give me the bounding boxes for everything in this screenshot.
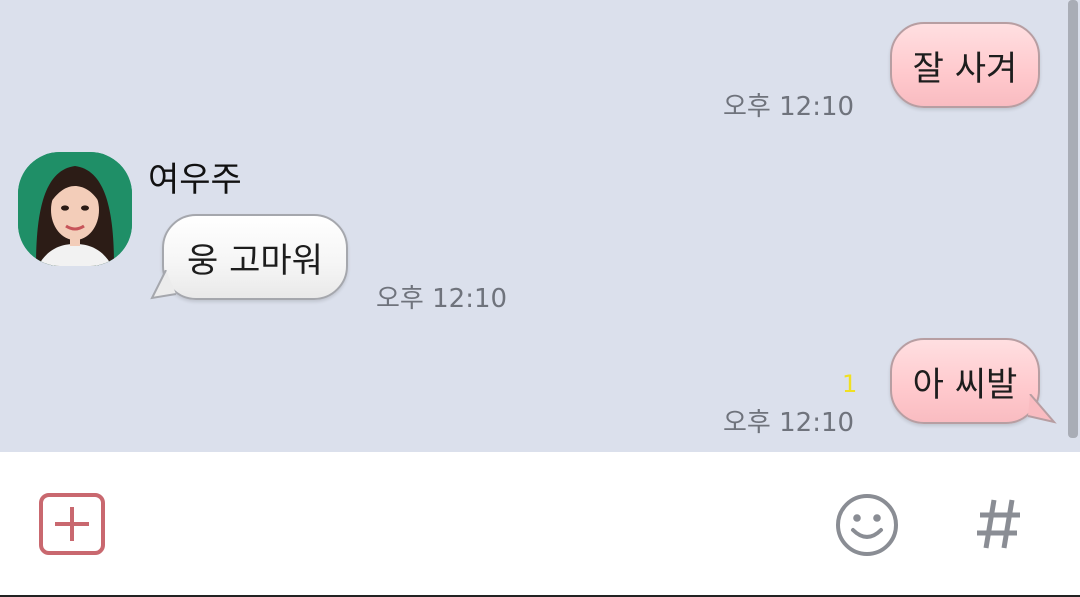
bubble-tail-icon	[1027, 394, 1057, 424]
hashtag-icon	[977, 499, 1020, 549]
chat-area[interactable]: 잘 사겨 오후 12:10 여우주 웅 고마워 오후 12:10 아 씨발 1 …	[0, 0, 1080, 452]
emoji-button[interactable]	[834, 492, 900, 558]
message-time: 오후 12:10	[376, 284, 508, 314]
input-bar	[0, 452, 1080, 595]
plus-square-icon	[39, 493, 105, 555]
message-time: 오후 12:10	[723, 408, 855, 438]
bubble-tail-icon	[150, 270, 177, 300]
my-message-bubble[interactable]: 잘 사겨	[890, 22, 1040, 108]
profile-photo-icon	[18, 152, 132, 266]
message-time: 오후 12:10	[723, 92, 855, 122]
attach-button[interactable]	[38, 492, 106, 556]
their-message-bubble[interactable]: 웅 고마워	[162, 214, 348, 300]
sender-name: 여우주	[148, 160, 242, 200]
message-text: 아 씨발	[912, 364, 1018, 405]
hashtag-button[interactable]	[974, 496, 1024, 552]
message-text: 잘 사겨	[912, 48, 1018, 89]
unread-count: 1	[842, 370, 858, 398]
scrollbar[interactable]	[1068, 0, 1078, 438]
message-text: 웅 고마워	[187, 240, 323, 281]
my-message-bubble[interactable]: 아 씨발	[890, 338, 1040, 424]
smiley-icon	[836, 494, 898, 556]
avatar[interactable]	[18, 152, 132, 266]
